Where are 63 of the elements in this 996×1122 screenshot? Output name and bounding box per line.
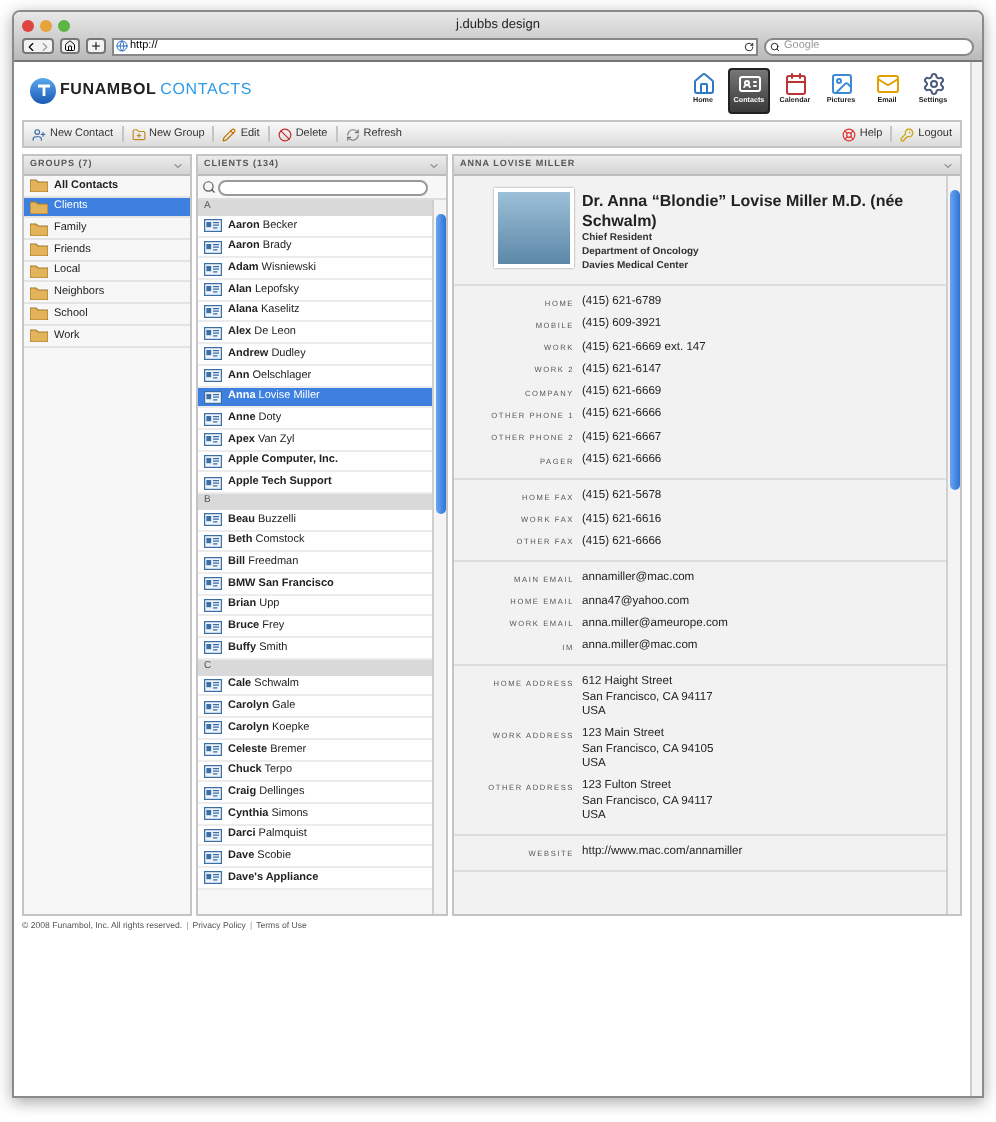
contact-card-icon — [204, 640, 222, 655]
contact-card-icon — [204, 849, 222, 864]
search-icon — [770, 41, 780, 51]
logo-icon — [30, 77, 56, 103]
contact-card-icon — [204, 598, 222, 613]
dropdown-caret-icon[interactable] — [172, 159, 184, 171]
settings-icon — [921, 72, 945, 97]
logo-brand: FUNAMBOL — [60, 78, 157, 102]
contact-card-icon — [204, 304, 222, 319]
contact-card-icon — [204, 785, 222, 800]
contact-card-icon — [204, 555, 222, 570]
reload-icon[interactable] — [744, 41, 754, 51]
globe-icon — [116, 40, 128, 52]
pictures-icon — [829, 72, 853, 97]
contact-search-field[interactable] — [218, 179, 428, 195]
contact-card-icon — [204, 827, 222, 842]
detail-scrollbar[interactable] — [946, 176, 960, 914]
email-icon — [875, 72, 899, 97]
contact-card-icon — [204, 533, 222, 548]
contact-card-icon — [204, 346, 222, 361]
contact-card-icon — [204, 619, 222, 634]
contact-card-icon — [204, 453, 222, 468]
contact-card-icon — [204, 389, 222, 404]
back-forward-button[interactable] — [22, 38, 54, 54]
contact-card-icon — [204, 411, 222, 426]
add-bookmark-button[interactable] — [86, 38, 106, 54]
dropdown-caret-icon[interactable] — [942, 159, 954, 171]
calendar-icon — [783, 72, 807, 97]
contact-card-icon — [204, 576, 222, 591]
contact-card-icon — [204, 870, 222, 885]
contact-card-icon — [204, 325, 222, 340]
contact-card-icon — [204, 678, 222, 693]
contact-name: Dr. Anna “Blondie” Lovise Miller M.D. (née Schwalm) — [582, 192, 906, 232]
key-icon — [900, 127, 915, 141]
home-icon — [691, 72, 715, 97]
contact-card-icon — [204, 699, 222, 714]
person-plus-icon — [32, 127, 46, 141]
contacts-scrollbar[interactable] — [432, 200, 446, 914]
contact-card-icon — [204, 475, 222, 490]
contact-card-icon — [204, 282, 222, 297]
contact-card-icon — [204, 742, 222, 757]
contact-card-icon — [204, 368, 222, 383]
contact-card-icon — [204, 806, 222, 821]
search-icon — [202, 180, 216, 194]
folder-plus-icon — [131, 127, 145, 141]
lifebuoy-icon — [841, 127, 856, 141]
page-scrollbar[interactable] — [970, 62, 982, 1096]
close-icon[interactable] — [22, 19, 34, 31]
logo-product: CONTACTS — [160, 78, 252, 102]
contact-card-icon — [204, 512, 222, 527]
contact-card-icon — [204, 240, 222, 255]
home-button[interactable] — [60, 38, 80, 54]
photo-placeholder — [494, 188, 574, 268]
contacts-icon — [737, 72, 761, 97]
ban-icon — [277, 127, 292, 141]
contact-card-icon — [204, 432, 222, 447]
contact-card-icon — [204, 218, 222, 233]
refresh-icon — [345, 127, 360, 141]
dropdown-caret-icon[interactable] — [428, 159, 440, 171]
contact-card-icon — [204, 763, 222, 778]
contact-card-icon — [204, 720, 222, 735]
contact-card-icon — [204, 261, 222, 276]
pencil-icon — [222, 127, 237, 141]
